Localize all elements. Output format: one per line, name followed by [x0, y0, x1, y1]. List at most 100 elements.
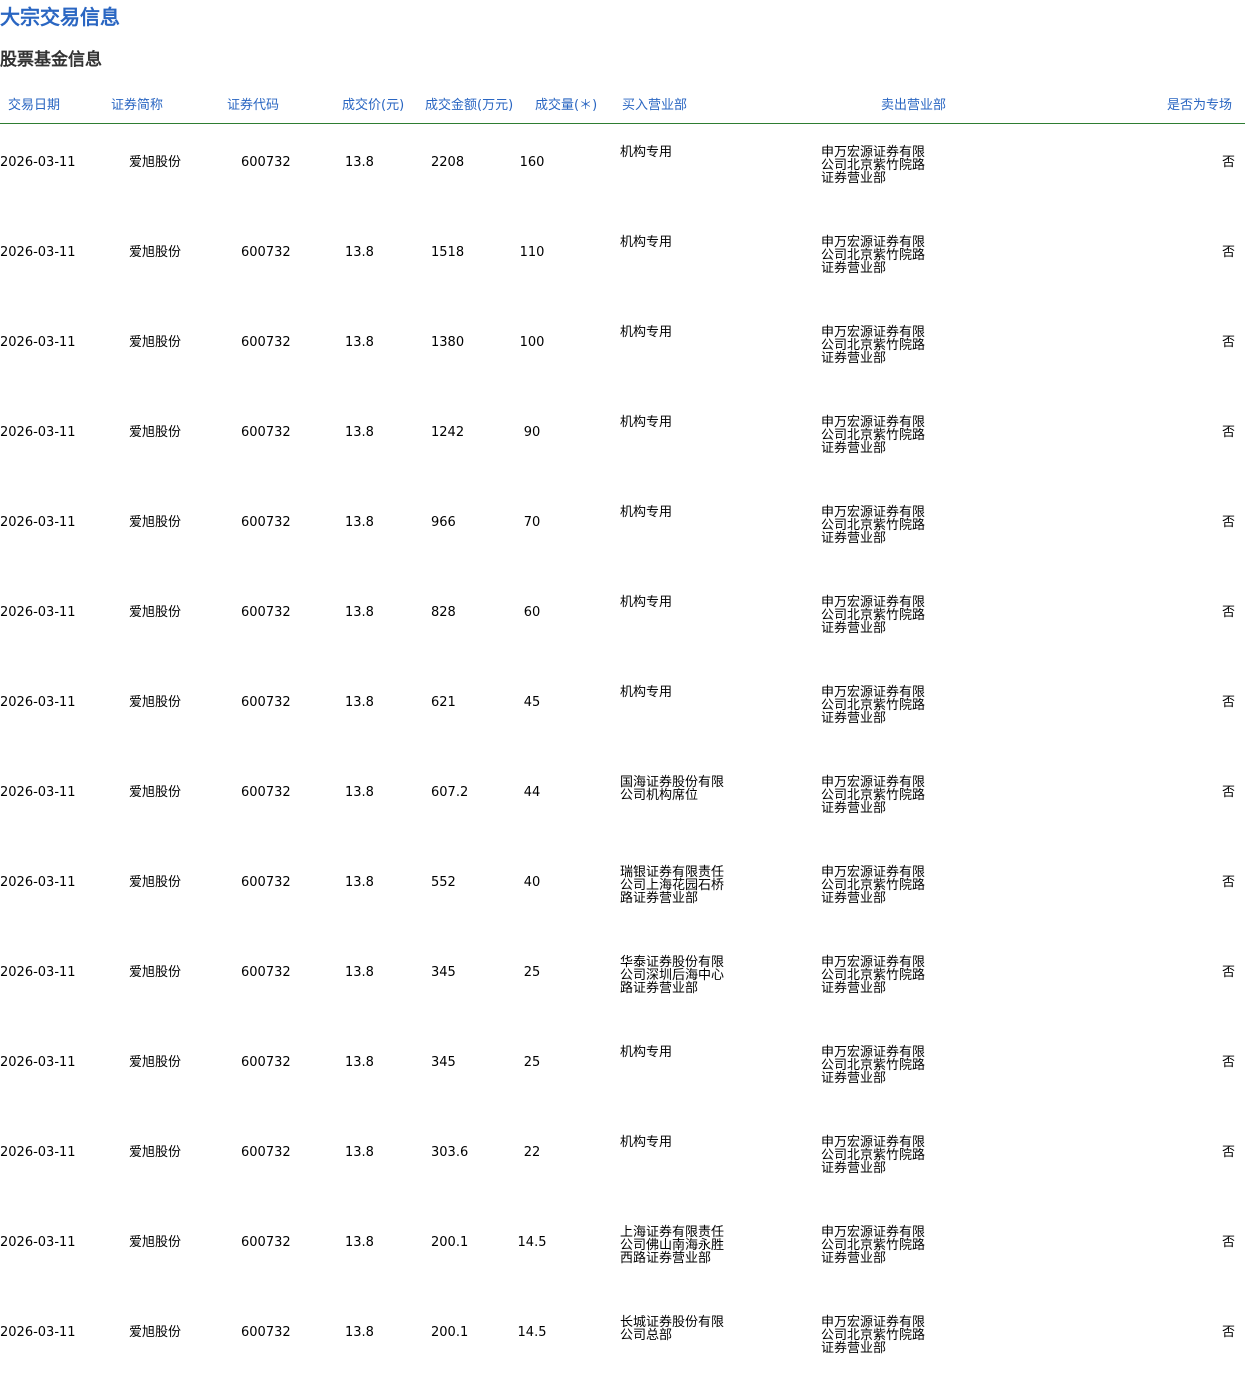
- cell-buyer: 华泰证券股份有限公司深圳后海中心路证券营业部: [620, 955, 725, 996]
- page-title: 大宗交易信息: [0, 5, 120, 29]
- cell-price: 13.8: [345, 335, 374, 350]
- cell-code: 600732: [241, 1325, 291, 1340]
- cell-amount: 303.6: [431, 1145, 469, 1160]
- cell-date: 2026-03-11: [0, 785, 76, 800]
- table-row: 2026-03-11 爱旭股份 600732 13.8 2208 160 机构专用 申万宏源证…: [0, 118, 1245, 208]
- cell-price: 13.8: [345, 425, 374, 440]
- cell-date: 2026-03-11: [0, 515, 76, 530]
- table-row: 2026-03-11 爱旭股份 600732 13.8 200.1 14.5 长城证券股份有…: [0, 1288, 1245, 1378]
- cell-special: 否: [1221, 965, 1235, 980]
- cell-price: 13.8: [345, 1055, 374, 1070]
- cell-volume: 14.5: [517, 1325, 547, 1340]
- cell-buyer: 机构专用: [620, 1135, 673, 1150]
- cell-price: 13.8: [345, 605, 374, 620]
- cell-volume: 14.5: [517, 1235, 547, 1250]
- column-header-price: 成交价(元): [342, 98, 405, 113]
- cell-buyer: 机构专用: [620, 505, 673, 520]
- cell-volume: 44: [523, 785, 541, 800]
- cell-date: 2026-03-11: [0, 1235, 76, 1250]
- cell-buyer: 国海证券股份有限公司机构席位: [620, 775, 725, 803]
- cell-name: 爱旭股份: [129, 245, 182, 260]
- cell-special: 否: [1221, 245, 1235, 260]
- cell-volume: 45: [523, 695, 541, 710]
- cell-seller: 申万宏源证券有限公司北京紫竹院路证券营业部: [821, 235, 926, 276]
- cell-special: 否: [1221, 1055, 1235, 1070]
- cell-buyer: 机构专用: [620, 145, 673, 160]
- cell-special: 否: [1221, 1325, 1235, 1340]
- cell-name: 爱旭股份: [129, 875, 182, 890]
- cell-price: 13.8: [345, 515, 374, 530]
- cell-seller: 申万宏源证券有限公司北京紫竹院路证券营业部: [821, 325, 926, 366]
- cell-seller: 申万宏源证券有限公司北京紫竹院路证券营业部: [821, 505, 926, 546]
- cell-name: 爱旭股份: [129, 1235, 182, 1250]
- cell-code: 600732: [241, 335, 291, 350]
- cell-date: 2026-03-11: [0, 695, 76, 710]
- cell-code: 600732: [241, 245, 291, 260]
- cell-special: 否: [1221, 1235, 1235, 1250]
- cell-buyer: 长城证券股份有限公司总部: [620, 1315, 725, 1343]
- cell-code: 600732: [241, 515, 291, 530]
- cell-special: 否: [1221, 425, 1235, 440]
- cell-date: 2026-03-11: [0, 425, 76, 440]
- cell-amount: 966: [431, 515, 456, 530]
- cell-date: 2026-03-11: [0, 245, 76, 260]
- column-header-date: 交易日期: [8, 98, 61, 113]
- table-row: 2026-03-11 爱旭股份 600732 13.8 345 25 机构专用 申万宏源证券有…: [0, 1018, 1245, 1108]
- cell-amount: 607.2: [431, 785, 469, 800]
- cell-buyer: 机构专用: [620, 1045, 673, 1060]
- column-header-buyer: 买入营业部: [622, 98, 688, 113]
- cell-price: 13.8: [345, 965, 374, 980]
- cell-buyer: 机构专用: [620, 325, 673, 340]
- cell-volume: 25: [523, 965, 541, 980]
- cell-buyer: 机构专用: [620, 685, 673, 700]
- cell-code: 600732: [241, 1055, 291, 1070]
- cell-code: 600732: [241, 965, 291, 980]
- cell-seller: 申万宏源证券有限公司北京紫竹院路证券营业部: [821, 595, 926, 636]
- cell-volume: 110: [519, 245, 545, 260]
- cell-price: 13.8: [345, 875, 374, 890]
- cell-name: 爱旭股份: [129, 1055, 182, 1070]
- cell-volume: 100: [519, 335, 545, 350]
- cell-volume: 160: [519, 155, 545, 170]
- cell-date: 2026-03-11: [0, 1325, 76, 1340]
- cell-code: 600732: [241, 1235, 291, 1250]
- cell-amount: 1518: [431, 245, 465, 260]
- cell-date: 2026-03-11: [0, 1145, 76, 1160]
- cell-seller: 申万宏源证券有限公司北京紫竹院路证券营业部: [821, 415, 926, 456]
- cell-code: 600732: [241, 695, 291, 710]
- cell-code: 600732: [241, 785, 291, 800]
- cell-price: 13.8: [345, 1145, 374, 1160]
- column-header-volume: 成交量(＊): [535, 98, 598, 113]
- cell-volume: 25: [523, 1055, 541, 1070]
- cell-special: 否: [1221, 155, 1235, 170]
- cell-seller: 申万宏源证券有限公司北京紫竹院路证券营业部: [821, 865, 926, 906]
- table-row: 2026-03-11 爱旭股份 600732 13.8 200.1 14.5 上海证券有限责…: [0, 1198, 1245, 1288]
- cell-date: 2026-03-11: [0, 875, 76, 890]
- cell-volume: 22: [523, 1145, 541, 1160]
- column-header-name: 证券简称: [111, 98, 164, 113]
- cell-buyer: 上海证券有限责任公司佛山南海永胜西路证券营业部: [620, 1225, 725, 1266]
- cell-amount: 345: [431, 965, 456, 980]
- cell-amount: 200.1: [431, 1235, 469, 1250]
- cell-code: 600732: [241, 605, 291, 620]
- cell-seller: 申万宏源证券有限公司北京紫竹院路证券营业部: [821, 685, 926, 726]
- cell-buyer: 机构专用: [620, 595, 673, 610]
- cell-date: 2026-03-11: [0, 155, 76, 170]
- table-row: 2026-03-11 爱旭股份 600732 13.8 607.2 44 国海证券股份有限公…: [0, 748, 1245, 838]
- cell-seller: 申万宏源证券有限公司北京紫竹院路证券营业部: [821, 1045, 926, 1086]
- cell-date: 2026-03-11: [0, 335, 76, 350]
- cell-volume: 40: [523, 875, 541, 890]
- table-row: 2026-03-11 爱旭股份 600732 13.8 1242 90 机构专用 申万宏源证券…: [0, 388, 1245, 478]
- cell-code: 600732: [241, 1145, 291, 1160]
- table-row: 2026-03-11 爱旭股份 600732 13.8 1518 110 机构专用 申万宏源证…: [0, 208, 1245, 298]
- cell-amount: 621: [431, 695, 456, 710]
- cell-special: 否: [1221, 695, 1235, 710]
- table-row: 2026-03-11 爱旭股份 600732 13.8 303.6 22 机构专用 申万宏源证…: [0, 1108, 1245, 1198]
- cell-amount: 1242: [431, 425, 465, 440]
- cell-seller: 申万宏源证券有限公司北京紫竹院路证券营业部: [821, 955, 926, 996]
- cell-amount: 828: [431, 605, 456, 620]
- cell-price: 13.8: [345, 155, 374, 170]
- cell-seller: 申万宏源证券有限公司北京紫竹院路证券营业部: [821, 1315, 926, 1356]
- cell-name: 爱旭股份: [129, 335, 182, 350]
- cell-special: 否: [1221, 605, 1235, 620]
